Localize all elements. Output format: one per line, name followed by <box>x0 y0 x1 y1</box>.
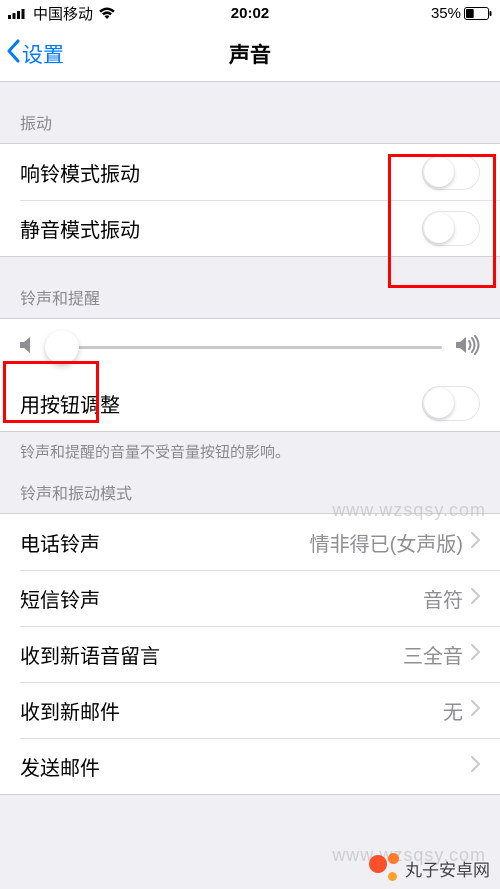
volume-slider[interactable] <box>46 346 442 349</box>
brand-logo-icon <box>369 853 399 883</box>
group-ringer: 用按钮调整 <box>0 318 500 432</box>
section-header-ringer: 铃声和提醒 <box>0 257 500 318</box>
cell-label: 发送邮件 <box>20 752 463 781</box>
status-time: 20:02 <box>169 5 330 22</box>
cell-label: 用按钮调整 <box>20 389 422 418</box>
cell-label: 响铃模式振动 <box>20 158 422 187</box>
chevron-right-icon <box>471 756 480 777</box>
footer-brand: 丸子安卓网 <box>369 853 490 883</box>
cell-label: 静音模式振动 <box>20 214 422 243</box>
cell-label: 收到新邮件 <box>20 696 443 725</box>
page-title: 声音 <box>0 39 500 69</box>
toggle-change-with-buttons[interactable] <box>422 386 480 421</box>
volume-high-icon <box>456 335 480 360</box>
slider-knob[interactable] <box>45 330 79 364</box>
chevron-right-icon <box>471 588 480 609</box>
cell-ringtone[interactable]: 电话铃声 情非得已(女声版) <box>0 514 500 570</box>
toggle-silent-vibrate[interactable] <box>422 211 480 246</box>
cell-silent-vibrate: 静音模式振动 <box>0 200 500 256</box>
chevron-left-icon <box>6 39 21 69</box>
cell-value: 情非得已(女声版) <box>310 528 463 557</box>
chevron-right-icon <box>471 700 480 721</box>
cell-text-tone[interactable]: 短信铃声 音符 <box>0 570 500 626</box>
volume-slider-row <box>0 319 500 375</box>
cell-new-mail[interactable]: 收到新邮件 无 <box>0 682 500 738</box>
chevron-right-icon <box>471 644 480 665</box>
status-bar: 中国移动 20:02 35% <box>0 0 500 26</box>
cell-label: 电话铃声 <box>20 528 310 557</box>
signal-icon <box>8 7 28 19</box>
back-button[interactable]: 设置 <box>0 39 64 69</box>
nav-bar: 设置 声音 <box>0 26 500 82</box>
battery-icon <box>464 7 492 20</box>
cell-label: 短信铃声 <box>20 584 423 613</box>
cell-voicemail[interactable]: 收到新语音留言 三全音 <box>0 626 500 682</box>
wifi-icon <box>98 7 116 20</box>
cell-ring-vibrate: 响铃模式振动 <box>0 144 500 200</box>
back-label: 设置 <box>22 39 64 69</box>
cell-change-with-buttons: 用按钮调整 <box>0 375 500 431</box>
group-patterns: 电话铃声 情非得已(女声版) 短信铃声 音符 收到新语音留言 三全音 收到新邮件… <box>0 513 500 795</box>
cell-label: 收到新语音留言 <box>20 640 403 669</box>
section-footer-ringer: 铃声和提醒的音量不受音量按钮的影响。 <box>0 432 500 466</box>
section-header-patterns: 铃声和振动模式 <box>0 466 500 513</box>
section-header-vibrate: 振动 <box>0 82 500 143</box>
cell-sent-mail[interactable]: 发送邮件 <box>0 738 500 794</box>
carrier-label: 中国移动 <box>33 3 93 24</box>
status-right: 35% <box>331 5 492 22</box>
brand-name: 丸子安卓网 <box>405 856 490 881</box>
chevron-right-icon <box>471 532 480 553</box>
toggle-ring-vibrate[interactable] <box>422 155 480 190</box>
cell-value: 无 <box>443 696 463 725</box>
battery-percent: 35% <box>431 5 461 22</box>
cell-value: 音符 <box>423 584 463 613</box>
volume-low-icon <box>20 336 32 359</box>
cell-value: 三全音 <box>403 640 463 669</box>
group-vibrate: 响铃模式振动 静音模式振动 <box>0 143 500 257</box>
status-left: 中国移动 <box>8 3 169 24</box>
